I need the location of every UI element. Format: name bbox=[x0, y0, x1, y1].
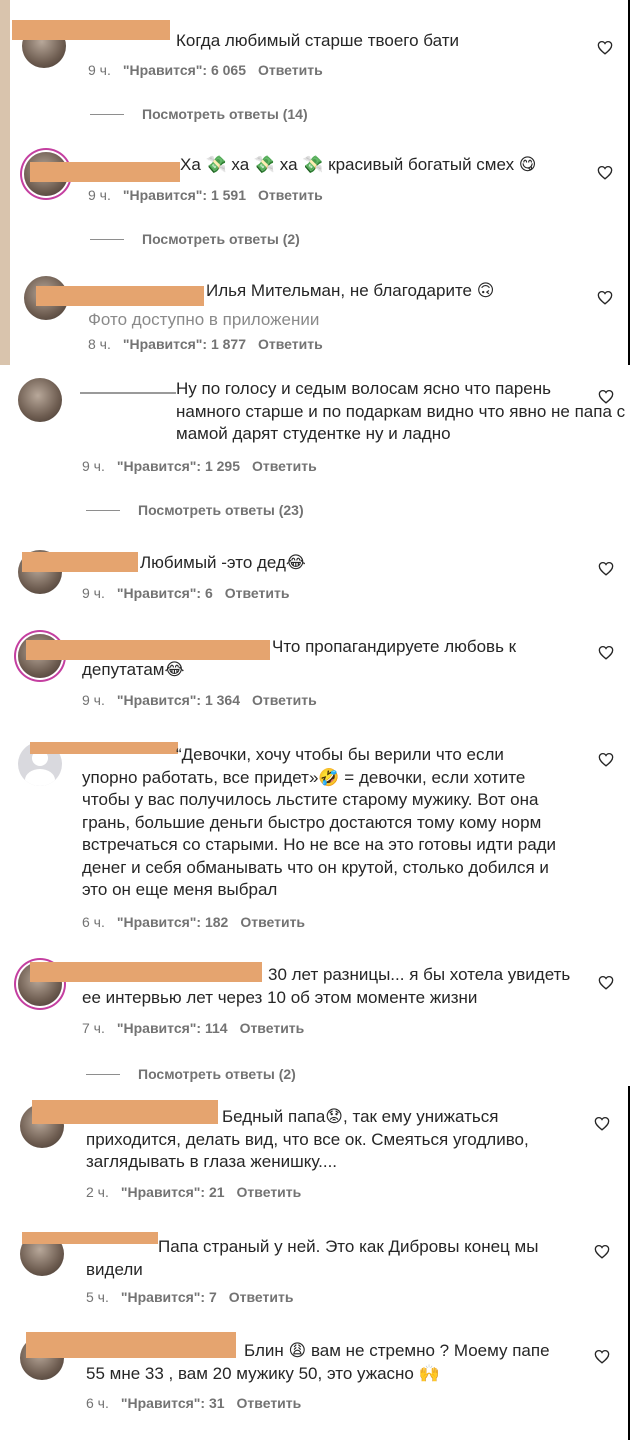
reply-button[interactable]: Ответить bbox=[258, 336, 323, 352]
comment-time: 9 ч. bbox=[82, 692, 105, 708]
comment-meta: 9 ч. "Нравится": 1 591 Ответить bbox=[88, 187, 323, 203]
comment-meta: 6 ч. "Нравится": 182 Ответить bbox=[82, 914, 305, 930]
comment-text: Блин 😩 вам не стремно ? Моему папе 55 мн… bbox=[86, 1341, 550, 1383]
like-count[interactable]: "Нравится": 1 295 bbox=[117, 458, 240, 474]
view-replies-button[interactable]: Посмотреть ответы (23) bbox=[86, 502, 304, 518]
heart-icon[interactable] bbox=[597, 40, 613, 55]
like-count[interactable]: "Нравится": 21 bbox=[121, 1184, 225, 1200]
comment-time: 6 ч. bbox=[82, 914, 105, 930]
heart-icon[interactable] bbox=[598, 645, 614, 660]
username-redacted bbox=[22, 552, 138, 572]
comment-text: Ну по голосу и седым волосам ясно что па… bbox=[176, 379, 626, 443]
reply-button[interactable]: Ответить bbox=[258, 62, 323, 78]
comment-meta: 2 ч. "Нравится": 21 Ответить bbox=[86, 1184, 301, 1200]
view-replies-label: Посмотреть ответы (14) bbox=[142, 106, 308, 122]
like-count[interactable]: "Нравится": 182 bbox=[117, 914, 228, 930]
username-redacted bbox=[80, 392, 176, 394]
heart-icon[interactable] bbox=[597, 165, 613, 180]
view-replies-button[interactable]: Посмотреть ответы (14) bbox=[90, 106, 308, 122]
view-replies-button[interactable]: Посмотреть ответы (2) bbox=[86, 1066, 296, 1082]
comment-text: Ха 💸 ха 💸 ха 💸 красивый богатый смех 😋 bbox=[180, 155, 537, 174]
photo-unavailable-note: Фото доступно в приложении bbox=[88, 310, 320, 329]
like-count[interactable]: "Нравится": 114 bbox=[117, 1020, 228, 1036]
like-count[interactable]: "Нравится": 6 065 bbox=[123, 62, 246, 78]
view-replies-label: Посмотреть ответы (2) bbox=[142, 231, 300, 247]
comment-meta: 9 ч. "Нравится": 1 295 Ответить bbox=[82, 458, 317, 474]
comment-text: Папа страный у ней. Это как Дибровы коне… bbox=[86, 1237, 539, 1279]
comment-text: “Девочки, хочу чтобы бы верили что если … bbox=[82, 745, 557, 899]
comment-text: Что пропагандируете любовь к депутатам😂 bbox=[82, 637, 517, 679]
comment-time: 9 ч. bbox=[88, 62, 111, 78]
like-count[interactable]: "Нравится": 31 bbox=[121, 1395, 225, 1411]
comment-meta: 8 ч. "Нравится": 1 877 Ответить bbox=[88, 336, 323, 352]
like-count[interactable]: "Нравится": 6 bbox=[117, 585, 213, 601]
heart-icon[interactable] bbox=[594, 1244, 610, 1259]
reply-button[interactable]: Ответить bbox=[240, 1020, 305, 1036]
heart-icon[interactable] bbox=[594, 1116, 610, 1131]
reply-button[interactable]: Ответить bbox=[252, 458, 317, 474]
view-replies-label: Посмотреть ответы (2) bbox=[138, 1066, 296, 1082]
comment-time: 7 ч. bbox=[82, 1020, 105, 1036]
like-count[interactable]: "Нравится": 1 877 bbox=[123, 336, 246, 352]
heart-icon[interactable] bbox=[598, 975, 614, 990]
heart-icon[interactable] bbox=[594, 1349, 610, 1364]
comment-meta: 9 ч. "Нравится": 1 364 Ответить bbox=[82, 692, 317, 708]
heart-icon[interactable] bbox=[597, 290, 613, 305]
heart-icon[interactable] bbox=[598, 389, 614, 404]
comment-time: 9 ч. bbox=[82, 458, 105, 474]
reply-button[interactable]: Ответить bbox=[229, 1289, 294, 1305]
avatar[interactable] bbox=[18, 378, 62, 422]
comment-time: 8 ч. bbox=[88, 336, 111, 352]
heart-icon[interactable] bbox=[598, 561, 614, 576]
comment-meta: 5 ч. "Нравится": 7 Ответить bbox=[86, 1289, 293, 1305]
comment-text: 30 лет разницы... я бы хотела увидеть ее… bbox=[82, 965, 571, 1007]
username-redacted bbox=[12, 20, 170, 40]
username-redacted bbox=[36, 286, 204, 306]
comment-time: 9 ч. bbox=[88, 187, 111, 203]
reply-button[interactable]: Ответить bbox=[237, 1184, 302, 1200]
view-replies-label: Посмотреть ответы (23) bbox=[138, 502, 304, 518]
comment-meta: 6 ч. "Нравится": 31 Ответить bbox=[86, 1395, 301, 1411]
like-count[interactable]: "Нравится": 1 364 bbox=[117, 692, 240, 708]
reply-button[interactable]: Ответить bbox=[237, 1395, 302, 1411]
reply-button[interactable]: Ответить bbox=[225, 585, 290, 601]
comment-time: 6 ч. bbox=[86, 1395, 109, 1411]
comment-text: Бедный папа😟, так ему унижаться приходит… bbox=[86, 1107, 529, 1171]
username-redacted bbox=[30, 162, 180, 182]
reply-button[interactable]: Ответить bbox=[252, 692, 317, 708]
comment-meta: 9 ч. "Нравится": 6 065 Ответить bbox=[88, 62, 323, 78]
comment-text: Илья Мительман, не благодарите 🙃 bbox=[206, 281, 495, 300]
reply-button[interactable]: Ответить bbox=[240, 914, 305, 930]
comment-time: 9 ч. bbox=[82, 585, 105, 601]
reply-button[interactable]: Ответить bbox=[258, 187, 323, 203]
heart-icon[interactable] bbox=[598, 752, 614, 767]
comment-time: 2 ч. bbox=[86, 1184, 109, 1200]
comment-text: Когда любимый старше твоего бати bbox=[176, 31, 459, 50]
comment-text: Любимый -это дед😂 bbox=[140, 553, 306, 572]
left-edge-strip bbox=[0, 0, 10, 365]
like-count[interactable]: "Нравится": 7 bbox=[121, 1289, 217, 1305]
like-count[interactable]: "Нравится": 1 591 bbox=[123, 187, 246, 203]
comment-meta: 9 ч. "Нравится": 6 Ответить bbox=[82, 585, 289, 601]
comment-time: 5 ч. bbox=[86, 1289, 109, 1305]
view-replies-button[interactable]: Посмотреть ответы (2) bbox=[90, 231, 300, 247]
comment-meta: 7 ч. "Нравится": 114 Ответить bbox=[82, 1020, 304, 1036]
